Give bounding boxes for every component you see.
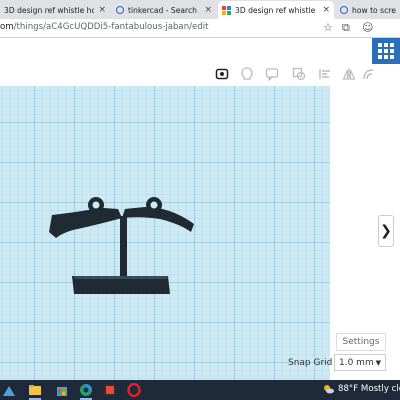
browser-tab-2[interactable]: tinkercad - Search × bbox=[112, 1, 216, 19]
search-icon bbox=[340, 6, 348, 14]
light-icon[interactable] bbox=[240, 67, 254, 81]
settings-button[interactable]: Settings bbox=[336, 333, 386, 351]
close-tab-icon[interactable]: × bbox=[98, 5, 106, 15]
weather-widget[interactable]: 88°F Mostly cloudy bbox=[322, 383, 400, 395]
whistle-holder-model[interactable] bbox=[0, 86, 330, 380]
tab-title: how to screenshot bbox=[352, 5, 396, 15]
comment-icon[interactable] bbox=[265, 67, 279, 81]
address-bar[interactable]: om/things/aC4GcUQDDi5-fantabulous-jaban/… bbox=[0, 19, 400, 38]
tab-title: 3D design ref whistle holder | bbox=[4, 5, 95, 15]
opera-browser-icon[interactable] bbox=[127, 383, 141, 397]
apps-grid-button[interactable] bbox=[372, 38, 400, 64]
browser-tab-4[interactable]: how to screenshot bbox=[336, 1, 400, 19]
pinned-app-icon[interactable] bbox=[2, 383, 16, 397]
close-tab-icon[interactable]: × bbox=[322, 5, 330, 15]
mirror-icon[interactable] bbox=[342, 67, 356, 81]
tab-title: tinkercad - Search bbox=[128, 5, 197, 15]
browser-tab-strip: 3D design ref whistle holder | × tinkerc… bbox=[0, 0, 400, 19]
file-explorer-icon[interactable] bbox=[28, 383, 42, 397]
weather-text: 88°F Mostly cloudy bbox=[338, 384, 400, 394]
url-text[interactable]: om/things/aC4GcUQDDi5-fantabulous-jaban/… bbox=[0, 22, 209, 32]
workplane-icon[interactable] bbox=[362, 67, 376, 81]
workplane-grid[interactable] bbox=[0, 86, 330, 380]
browser-tab-3-active[interactable]: 3D design ref whistle holder | × bbox=[218, 1, 334, 19]
store-icon[interactable] bbox=[55, 383, 69, 397]
chevron-down-icon: ▼ bbox=[375, 358, 381, 367]
group-icon[interactable] bbox=[292, 67, 306, 81]
view-icon[interactable] bbox=[215, 67, 229, 81]
edge-browser-icon[interactable] bbox=[79, 383, 93, 397]
media-app-icon[interactable] bbox=[103, 383, 117, 397]
windows-taskbar: 88°F Mostly cloudy bbox=[0, 380, 400, 400]
snap-grid-value: 1.0 mm bbox=[339, 357, 374, 368]
snap-grid-select[interactable]: 1.0 mm ▼ bbox=[334, 354, 386, 371]
search-icon bbox=[116, 6, 124, 14]
browser-tab-1[interactable]: 3D design ref whistle holder | × bbox=[0, 1, 110, 19]
partly-cloudy-icon bbox=[324, 385, 334, 394]
align-icon[interactable] bbox=[318, 67, 332, 81]
close-tab-icon[interactable]: × bbox=[204, 5, 212, 15]
editor-toolbar bbox=[0, 38, 374, 86]
snap-grid-label: Snap Grid bbox=[288, 358, 333, 368]
favorite-star-icon[interactable]: ☆ bbox=[323, 21, 333, 34]
tinkercad-icon bbox=[222, 5, 231, 15]
expand-panel-button[interactable]: ❯ bbox=[378, 215, 394, 247]
collections-icon[interactable]: ⧉ bbox=[342, 21, 350, 35]
profile-icon[interactable]: ☺ bbox=[362, 21, 373, 34]
tab-title: 3D design ref whistle holder | bbox=[235, 5, 318, 15]
